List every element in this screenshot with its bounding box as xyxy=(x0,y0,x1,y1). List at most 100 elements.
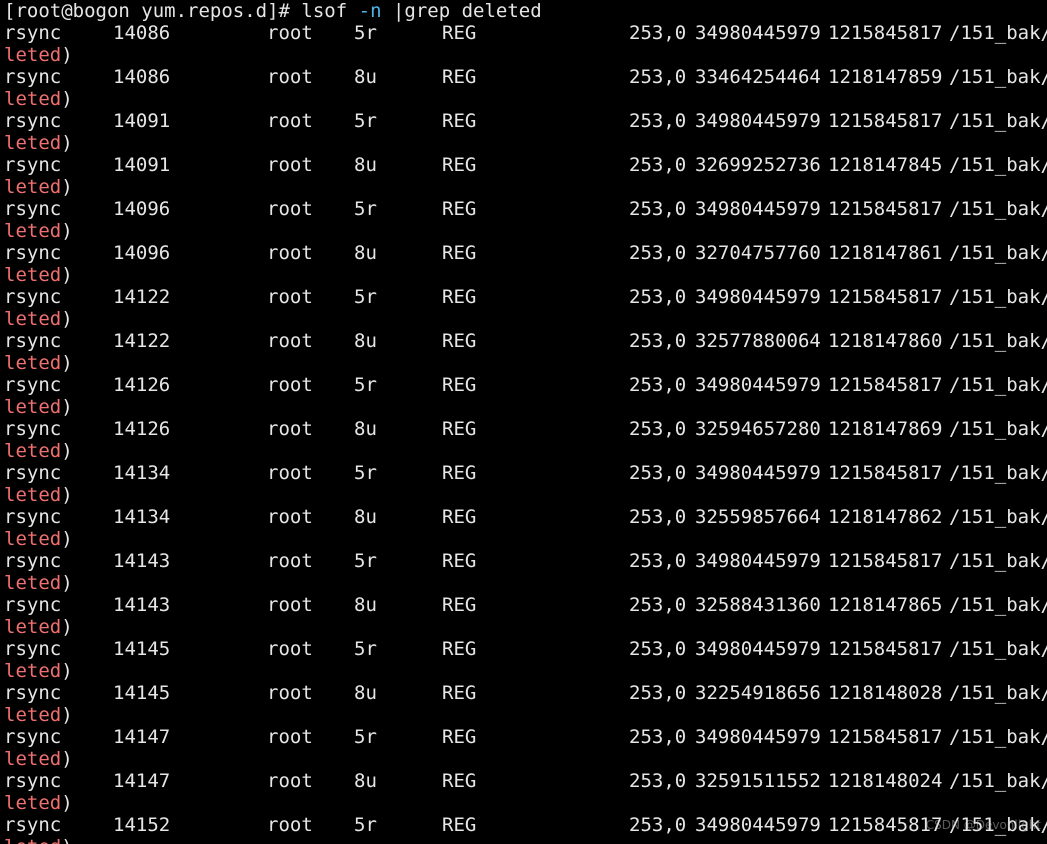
watermark: CSDN @Devonlight xyxy=(925,818,1041,832)
wrapped-line: leted) xyxy=(4,176,73,198)
output-row: rsync 14086 root 8u REG 253,0 33464254464 12181… xyxy=(0,66,1047,110)
pid-cell: 14086 xyxy=(113,22,171,44)
node-cell: 1218147862 xyxy=(828,506,943,528)
fd-cell: 5r xyxy=(354,198,377,220)
deleted-marker: leted xyxy=(4,440,62,462)
size-cell: 34980445979 xyxy=(695,286,821,308)
type-cell: REG xyxy=(442,550,477,572)
fd-cell: 5r xyxy=(354,22,377,44)
closing-paren: ) xyxy=(61,528,73,550)
type-cell: REG xyxy=(442,242,477,264)
user-cell: root xyxy=(267,770,313,792)
fd-cell: 8u xyxy=(354,154,377,176)
command-cell: rsync xyxy=(4,506,62,528)
device-cell: 253,0 xyxy=(629,726,687,748)
user-cell: root xyxy=(267,286,313,308)
fd-cell: 5r xyxy=(354,726,377,748)
node-cell: 1215845817 xyxy=(828,198,943,220)
node-cell: 1215845817 xyxy=(828,286,943,308)
deleted-marker: leted xyxy=(4,528,62,550)
deleted-marker: leted xyxy=(4,572,62,594)
node-cell: 1218147859 xyxy=(828,66,943,88)
deleted-marker: leted xyxy=(4,836,61,844)
fd-cell: 5r xyxy=(354,286,377,308)
node-cell: 1218148024 xyxy=(828,770,943,792)
device-cell: 253,0 xyxy=(629,110,687,132)
user-cell: root xyxy=(267,22,313,44)
closing-paren: ) xyxy=(61,132,73,154)
node-cell: 1215845817 xyxy=(828,22,943,44)
deleted-marker: leted xyxy=(4,220,62,242)
command-prompt-line: [root@bogon yum.repos.d]# lsof -n |grep … xyxy=(4,0,542,22)
device-cell: 253,0 xyxy=(629,198,687,220)
size-cell: 34980445979 xyxy=(695,198,821,220)
closing-paren: ) xyxy=(61,660,73,682)
command-cell: rsync xyxy=(4,110,62,132)
output-row: rsync 14091 root 8u REG 253,0 32699252736 12181… xyxy=(0,154,1047,198)
deleted-marker: leted xyxy=(4,88,62,110)
pid-cell: 14096 xyxy=(113,198,171,220)
wrapped-line: leted) xyxy=(4,44,73,66)
fd-cell: 8u xyxy=(354,506,377,528)
wrapped-line: leted) xyxy=(4,484,73,506)
size-cell: 33464254464 xyxy=(695,66,821,88)
node-cell: 1218147865 xyxy=(828,594,943,616)
wrapped-line: leted) xyxy=(4,792,73,814)
type-cell: REG xyxy=(442,198,477,220)
deleted-marker: leted xyxy=(4,308,62,330)
name-cell: /151_bak/ xyxy=(949,22,1047,44)
size-cell: 32588431360 xyxy=(695,594,821,616)
size-cell: 32254918656 xyxy=(695,682,821,704)
closing-paren: ) xyxy=(61,176,73,198)
deleted-marker: leted xyxy=(4,396,62,418)
command-cell: rsync xyxy=(4,154,62,176)
deleted-marker: leted xyxy=(4,616,62,638)
output-row: rsync 14096 root 5r REG 253,0 34980445979 12158… xyxy=(0,198,1047,242)
node-cell: 1218148028 xyxy=(828,682,943,704)
node-cell: 1218147861 xyxy=(828,242,943,264)
wrapped-line: leted) xyxy=(4,704,73,726)
device-cell: 253,0 xyxy=(629,814,687,836)
name-cell: /151_bak/ xyxy=(949,374,1047,396)
deleted-marker: leted xyxy=(4,132,62,154)
pid-cell: 14096 xyxy=(113,242,171,264)
command-cell: rsync xyxy=(4,682,62,704)
wrapped-line: leted) xyxy=(4,572,73,594)
name-cell: /151_bak/ xyxy=(949,110,1047,132)
closing-paren: ) xyxy=(61,748,73,770)
closing-paren: ) xyxy=(61,836,72,844)
wrapped-line: leted) xyxy=(4,660,73,682)
command-cell: rsync xyxy=(4,770,62,792)
output-row: rsync 14152 root 5r REG 253,0 34980445979 12158… xyxy=(0,814,1047,844)
pid-cell: 14134 xyxy=(113,462,171,484)
pid-cell: 14134 xyxy=(113,506,171,528)
pid-cell: 14145 xyxy=(113,682,171,704)
deleted-marker: leted xyxy=(4,352,62,374)
pid-cell: 14143 xyxy=(113,594,171,616)
wrapped-line: leted) xyxy=(4,748,73,770)
type-cell: REG xyxy=(442,22,477,44)
device-cell: 253,0 xyxy=(629,594,687,616)
command-cell: rsync xyxy=(4,198,62,220)
output-row: rsync 14147 root 5r REG 253,0 34980445979 12158… xyxy=(0,726,1047,770)
type-cell: REG xyxy=(442,110,477,132)
user-cell: root xyxy=(267,594,313,616)
output-row: rsync 14145 root 5r REG 253,0 34980445979 12158… xyxy=(0,638,1047,682)
output-row: rsync 14134 root 5r REG 253,0 34980445979 12158… xyxy=(0,462,1047,506)
pid-cell: 14147 xyxy=(113,726,171,748)
command-cell: rsync xyxy=(4,418,62,440)
name-cell: /151_bak/ xyxy=(949,770,1047,792)
user-cell: root xyxy=(267,330,313,352)
terminal-window[interactable]: [root@bogon yum.repos.d]# lsof -n |grep … xyxy=(0,0,1047,844)
node-cell: 1218147860 xyxy=(828,330,943,352)
fd-cell: 5r xyxy=(354,110,377,132)
user-cell: root xyxy=(267,154,313,176)
fd-cell: 5r xyxy=(354,374,377,396)
deleted-marker: leted xyxy=(4,792,62,814)
size-cell: 34980445979 xyxy=(695,22,821,44)
command-cell: rsync xyxy=(4,594,62,616)
device-cell: 253,0 xyxy=(629,462,687,484)
output-row: rsync 14145 root 8u REG 253,0 32254918656 12181… xyxy=(0,682,1047,726)
device-cell: 253,0 xyxy=(629,770,687,792)
type-cell: REG xyxy=(442,506,477,528)
